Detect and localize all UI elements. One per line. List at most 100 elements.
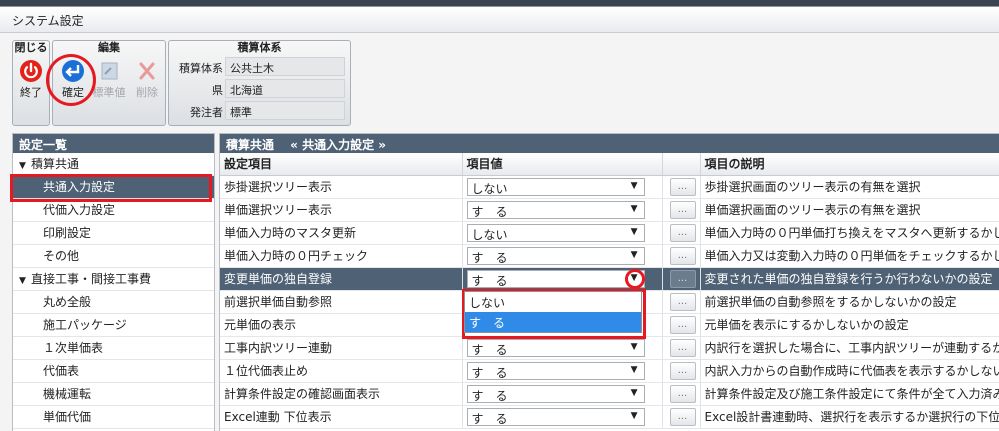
table-row[interactable]: 単価選択ツリー表示す る ▼... 単価選択画面のツリー表示の有無を選択 [220, 198, 999, 222]
detail-ellipsis-button[interactable]: ... [669, 407, 696, 426]
prefecture-label: 県 [212, 84, 223, 97]
detail-button-cell: ... [662, 382, 701, 406]
nav-item-primary-unit-price[interactable]: １次単価表 [13, 337, 214, 360]
nav-item-rounding[interactable]: 丸め全般 [13, 291, 214, 314]
estimate-system-row: 積算体系 公共土木 [169, 57, 349, 77]
dropdown-option-no[interactable]: しない [465, 292, 641, 312]
window-title: システム設定 [0, 7, 999, 33]
dropdown-arrow-icon[interactable]: ▼ [631, 342, 638, 352]
setting-value-select[interactable]: す る ▼ [466, 200, 645, 219]
setting-value-text: す る [471, 273, 508, 288]
detail-ellipsis-button[interactable]: ... [669, 200, 696, 219]
dropdown-arrow-icon[interactable]: ▼ [631, 204, 638, 214]
dropdown-arrow-icon[interactable]: ▼ [631, 411, 638, 421]
setting-description: 元単価を表示にするかしないかの設定 [700, 313, 999, 337]
detail-ellipsis-button[interactable]: ... [669, 361, 696, 380]
detail-ellipsis-button[interactable]: ... [669, 292, 696, 311]
table-row[interactable]: Excel連動 下位表示す る ▼... Excel設計書連動時、選択行を表示するか… [220, 405, 999, 429]
setting-description: 内訳入力からの自動作成時に代価表を表示するかしない [700, 359, 999, 383]
power-icon [20, 60, 42, 82]
estimate-system-group: 積算体系 積算体系 公共土木 県 北海道 発注者 標準 [168, 40, 351, 126]
table-row[interactable]: 工事内訳ツリー連動す る ▼... 内訳行を選択した場合に、工事内訳ツリーが連動する… [220, 336, 999, 360]
setting-value-select[interactable]: す る ▼ [466, 246, 645, 265]
nav-group-construction-costs[interactable]: ▼ 直接工事・間接工事費 [13, 268, 214, 291]
setting-item-name: 計算条件設定の確認画面表示 [220, 382, 463, 406]
setting-description: Excel設計書連動時、選択行を表示するか選択行の下位 [700, 405, 999, 429]
nav-item-price-input[interactable]: 代価入力設定 [13, 199, 214, 222]
breadcrumb: 積算共通 « 共通入力設定 » [220, 134, 999, 153]
table-row[interactable]: １位代価表止めす る ▼... 内訳入力からの自動作成時に代価表を表示するかしない [220, 359, 999, 383]
detail-ellipsis-button[interactable]: ... [669, 269, 696, 288]
detail-ellipsis-button[interactable]: ... [669, 384, 696, 403]
setting-item-name: 単価入力時の０円チェック [220, 244, 463, 268]
setting-item-name: １位代価表止め [220, 359, 463, 383]
exit-label: 終了 [20, 86, 42, 99]
delete-label: 削除 [136, 86, 158, 99]
dropdown-arrow-icon[interactable]: ▼ [631, 365, 638, 375]
table-row[interactable]: 歩掛選択ツリー表示 しない ▼... 歩掛選択画面のツリー表示の有無を選択 [220, 175, 999, 199]
setting-description: 単価選択画面のツリー表示の有無を選択 [700, 198, 999, 222]
nav-item-unit-price[interactable]: 単価代価 [13, 406, 214, 429]
exit-button[interactable]: 終了 [11, 56, 51, 99]
dropdown-arrow-icon[interactable]: ▼ [631, 388, 638, 398]
detail-ellipsis-button[interactable]: ... [669, 246, 696, 265]
column-header-value[interactable]: 項目値 [462, 153, 663, 176]
dropdown-arrow-icon[interactable]: ▼ [631, 250, 638, 260]
dropdown-option-yes[interactable]: す る [465, 312, 641, 332]
nav-item-machine-operation[interactable]: 機械運転 [13, 383, 214, 406]
table-row[interactable]: 単価入力時の０円チェックす る ▼... 単価入力又は変動入力時の０円単価をチェック… [220, 244, 999, 268]
detail-ellipsis-button[interactable]: ... [669, 223, 696, 242]
detail-ellipsis-button[interactable]: ... [669, 315, 696, 334]
detail-ellipsis-button[interactable]: ... [669, 338, 696, 357]
estimate-group-title: 積算体系 [237, 41, 282, 54]
orderer-value: 標準 [225, 101, 345, 120]
setting-value-select[interactable]: す る ▼ [466, 269, 645, 288]
nav-group-estimate-common[interactable]: ▼ 積算共通 [13, 153, 214, 176]
setting-description: 変更された単価の独自登録を行うか行わないかの設定 [700, 267, 999, 291]
edit-group-title: 編集 [98, 41, 120, 54]
close-group: 閉じる 終了 [12, 40, 50, 126]
setting-item-name: Excel連動 下位表示 [220, 405, 463, 429]
setting-value-select[interactable]: す る ▼ [466, 407, 645, 426]
column-header-description[interactable]: 項目の説明 [700, 153, 999, 176]
setting-item-name: 元単価の表示 [220, 313, 463, 337]
dropdown-arrow-icon[interactable]: ▼ [631, 181, 638, 191]
prefecture-row: 県 北海道 [169, 79, 349, 99]
setting-value-select[interactable]: す る ▼ [466, 338, 645, 357]
setting-value-select[interactable]: しない ▼ [466, 223, 645, 242]
table-row[interactable]: 単価入力時のマスタ更新 しない ▼... 単価入力時の０円単価打ち換えをマスタへ更新す… [220, 221, 999, 245]
estimate-system-label: 積算体系 [179, 62, 223, 75]
setting-value-select[interactable]: す る ▼ [466, 384, 645, 403]
detail-ellipsis-button[interactable]: ... [669, 177, 696, 196]
setting-description: 前選択単価の自動参照をするかしないかの設定 [700, 290, 999, 314]
dropdown-arrow-icon[interactable]: ▼ [631, 227, 638, 237]
detail-button-cell: ... [662, 405, 701, 429]
setting-item-name: 前選択単価自動参照 [220, 290, 463, 314]
confirm-highlight-circle [46, 54, 96, 106]
column-header-item[interactable]: 設定項目 [220, 153, 463, 176]
nav-group-label: 直接工事・間接工事費 [31, 272, 152, 286]
setting-value-select[interactable]: しない ▼ [466, 177, 645, 196]
setting-value-select[interactable]: す る ▼ [466, 361, 645, 380]
nav-item-price-table[interactable]: 代価表 [13, 360, 214, 383]
setting-value-cell: す る ▼ [462, 405, 663, 429]
ribbon-toolbar: 閉じる 終了 編集 確定 標準値 削除 積算体系 積算体系 公共土木 県 北海道… [0, 34, 999, 130]
detail-button-cell: ... [662, 244, 701, 268]
reset-icon [101, 62, 118, 80]
setting-item-name: 工事内訳ツリー連動 [220, 336, 463, 360]
setting-value-cell: す る ▼ [462, 359, 663, 383]
nav-item-construction-package[interactable]: 施工パッケージ [13, 314, 214, 337]
setting-description: 内訳行を選択した場合に、工事内訳ツリーが連動するか [700, 336, 999, 360]
column-header-blank [662, 153, 701, 176]
detail-button-cell: ... [662, 198, 701, 222]
setting-value-text: す る [471, 365, 508, 380]
selected-nav-highlight [10, 174, 212, 202]
detail-button-cell: ... [662, 221, 701, 245]
delete-button[interactable]: 削除 [127, 56, 167, 99]
nav-item-other[interactable]: その他 [13, 245, 214, 268]
expand-triangle-icon: ▼ [19, 276, 26, 286]
table-row[interactable]: 変更単価の独自登録す る ▼... 変更された単価の独自登録を行うか行わないかの設定 [220, 267, 999, 291]
nav-item-print[interactable]: 印刷設定 [13, 222, 214, 245]
table-row[interactable]: 計算条件設定の確認画面表示す る ▼... 計算条件設定及び施工条件設定にて条件が全… [220, 382, 999, 406]
settings-list-header: 設定一覧 [13, 134, 214, 153]
